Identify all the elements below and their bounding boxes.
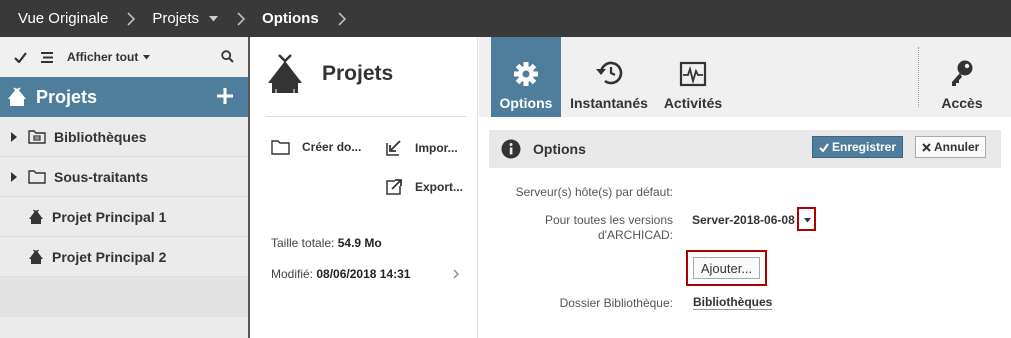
list-icon[interactable] bbox=[41, 51, 53, 63]
search-icon[interactable] bbox=[221, 50, 234, 63]
import-label: Impor... bbox=[415, 140, 458, 155]
breadcrumb-label: Vue Originale bbox=[18, 10, 109, 27]
breadcrumb-item-options[interactable]: Options bbox=[262, 0, 319, 37]
total-size: Taille totale: 54.9 Mo bbox=[271, 236, 382, 250]
breadcrumb-label: Projets bbox=[152, 10, 200, 27]
server-value: Server-2018-06-08 bbox=[692, 213, 795, 227]
close-icon bbox=[922, 142, 931, 152]
export-icon bbox=[386, 179, 402, 195]
total-size-label: Taille totale: bbox=[271, 236, 335, 250]
caret-down-icon bbox=[804, 218, 811, 223]
caret-down-icon bbox=[143, 54, 151, 59]
import-icon bbox=[386, 140, 401, 156]
tree-item-sous-traitants[interactable]: Sous-traitants bbox=[0, 157, 248, 197]
add-server-button[interactable]: Ajouter... bbox=[693, 257, 760, 279]
modified-date: Modifié: 08/06/2018 14:31 bbox=[271, 267, 410, 281]
export-label: Export... bbox=[415, 179, 464, 194]
add-server-highlight: Ajouter... bbox=[686, 250, 767, 286]
tree-item-projet-principal-1[interactable]: Projet Principal 1 bbox=[0, 197, 248, 237]
breadcrumb-item-vue-originale[interactable]: Vue Originale bbox=[18, 0, 108, 37]
save-label: Enregistrer bbox=[832, 140, 897, 154]
chevron-right-icon[interactable] bbox=[452, 269, 460, 279]
all-versions-label-line2: d'ARCHICAD: bbox=[598, 228, 673, 242]
expand-arrow-icon[interactable] bbox=[10, 171, 18, 182]
project-hut-icon bbox=[8, 87, 26, 106]
tab-snapshots[interactable]: Instantanés bbox=[565, 37, 653, 117]
import-button[interactable]: Impor... bbox=[386, 139, 458, 156]
library-folder-label: Dossier Bibliothèque: bbox=[559, 296, 673, 310]
project-hut-icon bbox=[29, 249, 43, 264]
options-header: Options Enregistrer Annuler bbox=[489, 130, 1001, 168]
info-icon bbox=[501, 139, 521, 159]
create-folder-label: Créer do... bbox=[302, 140, 362, 154]
tree-item-label: Projet Principal 1 bbox=[52, 208, 167, 225]
tab-bar: Options Instantanés Activités Accès bbox=[479, 37, 1011, 117]
folder-icon bbox=[271, 140, 290, 155]
modified-label: Modifié: bbox=[271, 267, 314, 281]
tab-access[interactable]: Accès bbox=[931, 37, 993, 117]
all-versions-label-line1: Pour toutes les versions bbox=[544, 213, 673, 227]
project-details-header: Projets bbox=[266, 53, 393, 95]
tab-label: Instantanés bbox=[570, 95, 648, 111]
show-all-filter[interactable]: Afficher tout bbox=[67, 50, 151, 64]
tab-label: Accès bbox=[941, 95, 983, 111]
project-details-title: Projets bbox=[322, 62, 394, 85]
tree-item-projet-principal-2[interactable]: Projet Principal 2 bbox=[0, 237, 248, 277]
chevron-right-icon bbox=[338, 11, 346, 26]
tree-toolbar: Afficher tout bbox=[0, 37, 248, 77]
activity-monitor-icon bbox=[679, 61, 707, 87]
library-folder-icon bbox=[28, 130, 46, 144]
tab-options[interactable]: Options bbox=[491, 37, 561, 117]
project-details-panel: Projets Créer do... Impor... Export... T… bbox=[252, 37, 478, 338]
project-tree-panel: Afficher tout Projets Bibliothèques Sous… bbox=[0, 37, 250, 338]
tab-label: Activités bbox=[663, 95, 723, 111]
snapshot-restore-icon bbox=[596, 61, 623, 85]
checkmark-icon[interactable] bbox=[14, 51, 27, 63]
plus-icon[interactable] bbox=[216, 87, 234, 105]
caret-down-icon bbox=[209, 15, 219, 21]
library-folder-link[interactable]: Bibliothèques bbox=[693, 295, 773, 310]
save-button[interactable]: Enregistrer bbox=[812, 136, 904, 158]
tree-empty-area bbox=[0, 277, 248, 317]
breadcrumb-item-projets[interactable]: Projets bbox=[152, 0, 219, 37]
tree-item-bibliotheques[interactable]: Bibliothèques bbox=[0, 117, 248, 157]
modified-value: 08/06/2018 14:31 bbox=[316, 267, 411, 281]
tree-item-label: Projet Principal 2 bbox=[52, 248, 167, 265]
create-folder-button[interactable]: Créer do... bbox=[271, 139, 361, 155]
tree-item-label: Sous-traitants bbox=[54, 168, 149, 185]
folder-icon bbox=[28, 170, 46, 184]
cancel-button[interactable]: Annuler bbox=[915, 136, 987, 158]
export-button[interactable]: Export... bbox=[386, 178, 463, 195]
projects-header-title: Projets bbox=[36, 86, 98, 107]
add-label: Ajouter... bbox=[700, 260, 753, 276]
library-folder-value[interactable]: Bibliothèques bbox=[693, 295, 773, 310]
tab-label: Options bbox=[499, 95, 553, 111]
tab-activities[interactable]: Activités bbox=[659, 37, 727, 117]
project-hut-icon bbox=[268, 54, 302, 93]
default-hosts-label: Serveur(s) hôte(s) par défaut: bbox=[515, 185, 673, 199]
total-size-value: 54.9 Mo bbox=[337, 236, 382, 250]
options-title: Options bbox=[533, 141, 586, 157]
chevron-right-icon bbox=[127, 11, 136, 26]
tab-divider bbox=[918, 47, 919, 107]
expand-arrow-icon[interactable] bbox=[10, 131, 18, 142]
key-icon bbox=[952, 60, 973, 86]
breadcrumb: Vue Originale Projets Options bbox=[0, 0, 1011, 37]
cancel-label: Annuler bbox=[934, 140, 980, 154]
breadcrumb-label: Options bbox=[262, 10, 319, 27]
chevron-right-icon bbox=[237, 11, 246, 26]
project-hut-icon bbox=[29, 209, 43, 224]
project-settings-panel: Options Instantanés Activités Accès Opti… bbox=[479, 37, 1011, 338]
divider bbox=[266, 116, 466, 117]
projects-header[interactable]: Projets bbox=[0, 77, 248, 117]
checkmark-icon bbox=[819, 142, 829, 152]
tree-item-label: Bibliothèques bbox=[54, 128, 147, 145]
filter-label: Afficher tout bbox=[67, 50, 139, 64]
server-dropdown-button[interactable] bbox=[797, 207, 816, 231]
gear-icon bbox=[514, 62, 538, 86]
